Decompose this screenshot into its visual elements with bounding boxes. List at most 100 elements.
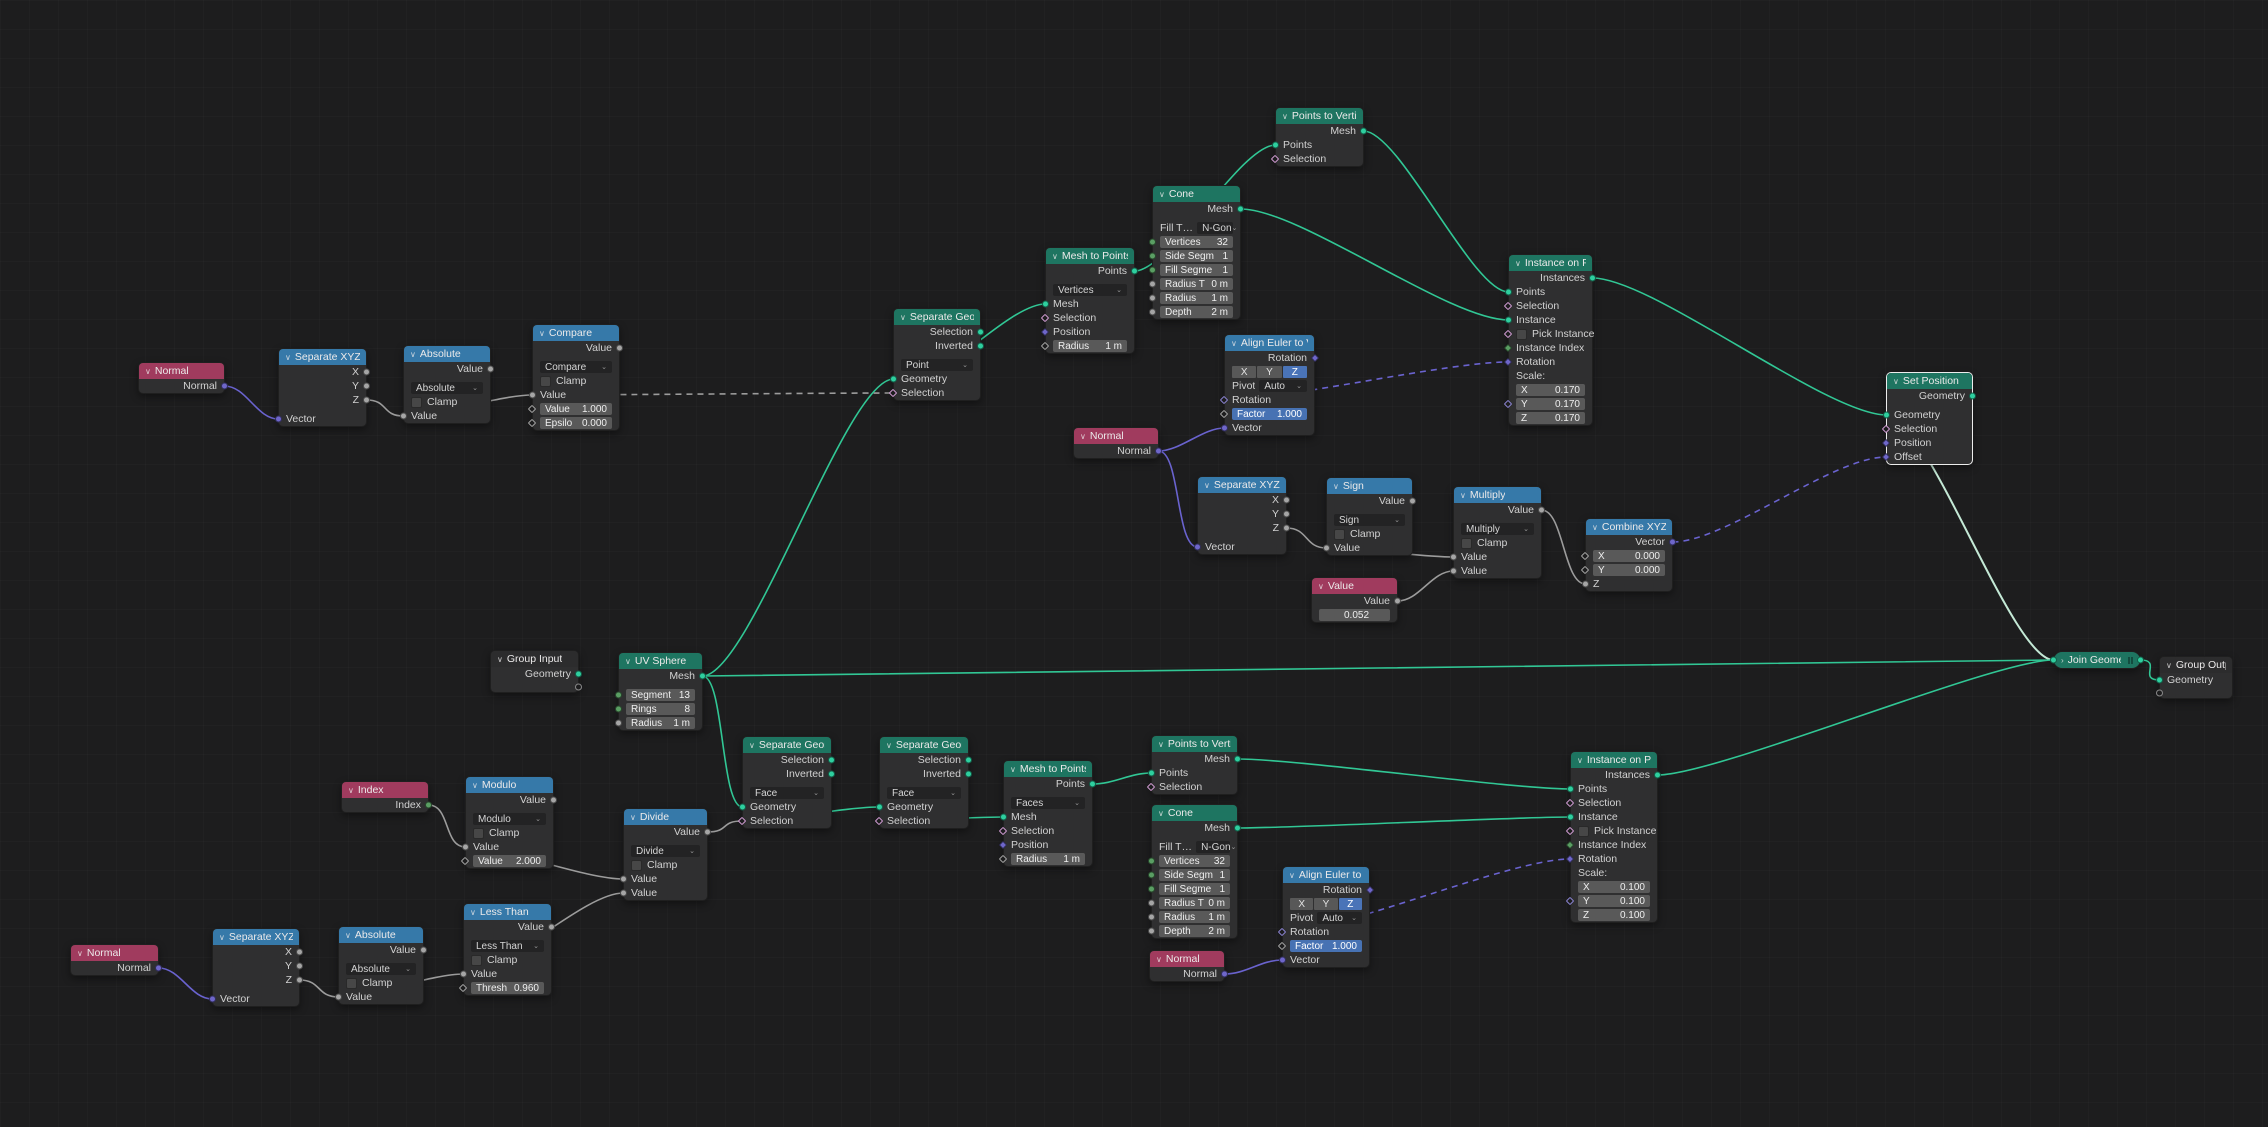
number-field[interactable]: X0.100 — [1578, 881, 1650, 893]
socket-value1[interactable] — [620, 876, 627, 883]
node-header[interactable]: ∨Separate XYZ — [1198, 477, 1286, 493]
collapse-chevron-icon[interactable]: ∨ — [1158, 809, 1164, 818]
node-normal-mid[interactable]: ∨NormalNormal — [1073, 427, 1159, 459]
socket-instance[interactable] — [1505, 317, 1512, 324]
number-field[interactable]: Fill Segme1 — [1160, 264, 1233, 276]
socket-mesh[interactable] — [1237, 206, 1244, 213]
checkbox[interactable] — [1334, 529, 1345, 540]
collapse-chevron-icon[interactable]: ∨ — [219, 933, 225, 942]
socket-virtual[interactable] — [575, 683, 582, 690]
dropdown[interactable]: Point⌄ — [901, 359, 973, 371]
number-field[interactable]: X0.000 — [1593, 550, 1665, 562]
node-header[interactable]: ∨Normal — [139, 363, 224, 379]
collapse-chevron-icon[interactable]: ∨ — [1282, 112, 1288, 121]
collapse-chevron-icon[interactable]: ∨ — [1052, 252, 1058, 261]
dropdown[interactable]: Face⌄ — [750, 787, 824, 799]
dropdown[interactable]: Auto⌄ — [1317, 912, 1362, 924]
collapse-chevron-icon[interactable]: ∨ — [1460, 491, 1466, 500]
number-field[interactable]: Y0.100 — [1578, 895, 1650, 907]
collapse-chevron-icon[interactable]: ∨ — [1158, 740, 1164, 749]
checkbox[interactable] — [346, 978, 357, 989]
socket-f4[interactable] — [1149, 253, 1156, 260]
number-field[interactable]: 0.052 — [1319, 609, 1390, 621]
checkbox[interactable] — [1578, 826, 1589, 837]
socket-instances[interactable] — [1589, 275, 1596, 282]
node-header[interactable]: ∨Absolute — [404, 346, 490, 362]
node-m2p-top[interactable]: ∨Mesh to PointsPointsVertices⌄MeshSelect… — [1045, 247, 1135, 354]
number-field[interactable]: Y0.000 — [1593, 564, 1665, 576]
socket-vector[interactable] — [1221, 425, 1228, 432]
socket-geometry[interactable] — [876, 804, 883, 811]
socket-vector[interactable] — [1194, 544, 1201, 551]
node-groupout[interactable]: ∨Group OutputGeometry — [2159, 656, 2233, 699]
node-header[interactable]: ∨Set Position — [1887, 373, 1972, 389]
node-header[interactable]: ∨Cone — [1152, 805, 1237, 821]
number-field[interactable]: Depth2 m — [1160, 306, 1233, 318]
node-modulo[interactable]: ∨ModuloValueModulo⌄ClampValueValue2.000 — [465, 776, 554, 869]
node-header[interactable]: ∨Instance on Point — [1509, 255, 1592, 271]
number-field[interactable]: Radius1 m — [1011, 853, 1085, 865]
number-field[interactable]: Side Segm1 — [1159, 869, 1230, 881]
number-field[interactable]: Factor1.000 — [1232, 408, 1307, 420]
socket-z[interactable] — [363, 397, 370, 404]
collapse-chevron-icon[interactable]: ∨ — [2166, 661, 2172, 670]
collapse-chevron-icon[interactable]: ∨ — [1318, 582, 1324, 591]
node-header[interactable]: ∨Combine XYZ — [1586, 519, 1672, 535]
collapse-chevron-icon[interactable]: ∨ — [539, 329, 545, 338]
socket-geometry[interactable] — [575, 671, 582, 678]
axis-button-z[interactable]: Z — [1339, 898, 1362, 910]
collapse-chevron-icon[interactable]: ∨ — [900, 313, 906, 322]
socket-f5[interactable] — [1148, 886, 1155, 893]
socket-f8[interactable] — [1149, 309, 1156, 316]
dropdown[interactable]: Less Than⌄ — [471, 940, 544, 952]
axis-button-y[interactable]: Y — [1257, 366, 1281, 378]
number-field[interactable]: Radius1 m — [1159, 911, 1230, 923]
number-field[interactable]: Vertices32 — [1159, 855, 1230, 867]
dropdown[interactable]: Vertices⌄ — [1053, 284, 1127, 296]
socket-vector[interactable] — [1279, 957, 1286, 964]
socket-y[interactable] — [1283, 511, 1290, 518]
socket-value[interactable] — [400, 413, 407, 420]
node-p2v-top[interactable]: ∨Points to VerticesMeshPointsSelection — [1275, 107, 1364, 167]
collapse-chevron-icon[interactable]: ∨ — [625, 657, 631, 666]
node-iop-top[interactable]: ∨Instance on PointInstancesPointsSelecti… — [1508, 254, 1593, 426]
socket-value[interactable] — [1394, 598, 1401, 605]
socket-z[interactable] — [296, 977, 303, 984]
collapse-chevron-icon[interactable]: ∨ — [1231, 339, 1237, 348]
node-groupin[interactable]: ∨Group InputGeometry — [490, 650, 579, 693]
socket-value[interactable] — [462, 844, 469, 851]
collapse-chevron-icon[interactable]: › — [2061, 656, 2064, 665]
socket-value[interactable] — [616, 345, 623, 352]
node-cone-top[interactable]: ∨ConeMeshFill T…N-Gon⌄Vertices32Side Seg… — [1152, 185, 1241, 320]
socket-inverted[interactable] — [828, 771, 835, 778]
number-field[interactable]: Radius1 m — [1053, 340, 1127, 352]
socket-index[interactable] — [425, 802, 432, 809]
socket-virtual[interactable] — [2156, 689, 2163, 696]
node-multiply[interactable]: ∨MultiplyValueMultiply⌄ClampValueValue — [1453, 486, 1542, 579]
socket-value2[interactable] — [1450, 568, 1457, 575]
node-sepgeo-b2[interactable]: ∨Separate Geom…SelectionInvertedFace⌄Geo… — [879, 736, 969, 829]
socket-geometry[interactable] — [1883, 412, 1890, 419]
socket-f3[interactable] — [1149, 239, 1156, 246]
node-normal-tl[interactable]: ∨NormalNormal — [138, 362, 225, 394]
socket-points[interactable] — [1272, 142, 1279, 149]
node-cone-b[interactable]: ∨ConeMeshFill T…N-Gon⌄Vertices32Side Seg… — [1151, 804, 1238, 939]
socket-selection[interactable] — [828, 757, 835, 764]
number-field[interactable]: Factor1.000 — [1290, 940, 1362, 952]
node-abs-bl[interactable]: ∨AbsoluteValueAbsolute⌄ClampValue — [338, 926, 424, 1005]
socket-x[interactable] — [363, 369, 370, 376]
number-field[interactable]: Y0.170 — [1516, 398, 1585, 410]
node-header[interactable]: ∨Value — [1312, 578, 1397, 594]
node-header[interactable]: ∨Group Input — [491, 651, 578, 667]
socket-normal[interactable] — [155, 965, 162, 972]
number-field[interactable]: Epsilo0.000 — [540, 417, 612, 429]
node-header[interactable]: ∨Points to Vertices — [1276, 108, 1363, 124]
socket-value[interactable] — [460, 971, 467, 978]
checkbox[interactable] — [1461, 538, 1472, 549]
node-header[interactable]: ∨Mesh to Points — [1004, 761, 1092, 777]
node-m2p-b[interactable]: ∨Mesh to PointsPointsFaces⌄MeshSelection… — [1003, 760, 1093, 867]
socket-f6[interactable] — [1148, 900, 1155, 907]
socket-geometry[interactable] — [1969, 393, 1976, 400]
checkbox[interactable] — [411, 397, 422, 408]
socket-value[interactable] — [420, 947, 427, 954]
